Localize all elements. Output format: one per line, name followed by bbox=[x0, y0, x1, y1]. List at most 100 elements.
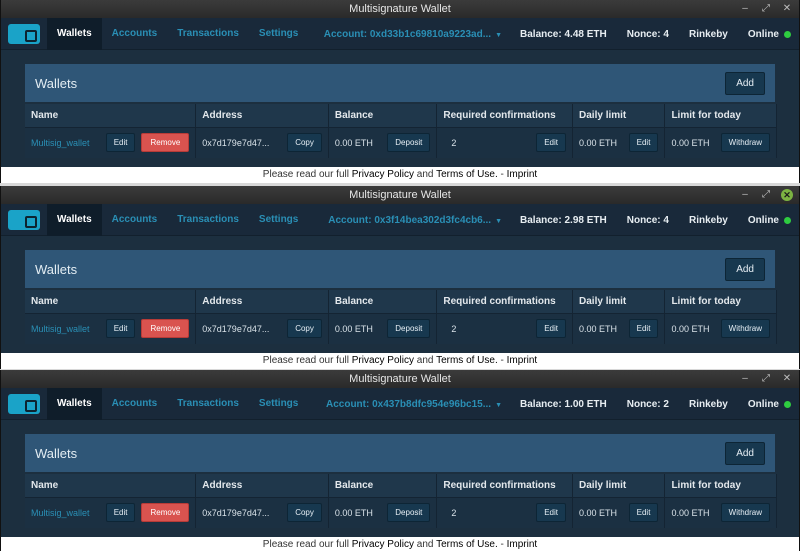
nav-status-area: Account: 0xd33b1c69810a9223ad... ▼ Balanc… bbox=[324, 18, 791, 50]
minimize-icon[interactable]: – bbox=[739, 374, 751, 384]
required-cell: 2 Edit bbox=[436, 312, 574, 344]
account-label: Account: 0xd33b1c69810a9223ad... bbox=[323, 28, 492, 40]
nav-settings[interactable]: Settings bbox=[249, 388, 308, 420]
edit-required-button[interactable]: Edit bbox=[536, 503, 567, 523]
daily-limit-value: 0.00 ETH bbox=[579, 137, 618, 148]
wallets-table: Name Address Balance Required confirmati… bbox=[25, 104, 781, 158]
title-bar: Multisignature Wallet – ⤢ ✕ bbox=[1, 370, 799, 388]
edit-required-button[interactable]: Edit bbox=[536, 133, 567, 153]
account-dropdown[interactable]: Account: 0x437b8dfc954e96bc15... ▼ bbox=[326, 399, 502, 410]
account-dropdown[interactable]: Account: 0xd33b1c69810a9223ad... ▼ bbox=[324, 29, 502, 40]
withdraw-button[interactable]: Withdraw bbox=[720, 503, 770, 523]
window-title: Multisignature Wallet bbox=[349, 373, 451, 385]
withdraw-button[interactable]: Withdraw bbox=[720, 133, 770, 153]
copy-button[interactable]: Copy bbox=[287, 133, 322, 153]
nav-settings[interactable]: Settings bbox=[249, 204, 308, 236]
add-wallet-button[interactable]: Add bbox=[725, 71, 765, 95]
nav-transactions[interactable]: Transactions bbox=[167, 204, 249, 236]
nav-wallets[interactable]: Wallets bbox=[47, 203, 102, 236]
footer-and: and bbox=[414, 169, 437, 180]
col-limit-today-header: Limit for today bbox=[664, 474, 777, 497]
imprint-link[interactable]: Imprint bbox=[507, 539, 538, 550]
limit-today-value: 0.00 ETH bbox=[671, 507, 710, 518]
window-controls: – ⤢ ✕ bbox=[739, 186, 793, 204]
col-name-header: Name bbox=[25, 290, 197, 313]
online-dot-icon bbox=[784, 216, 791, 224]
terms-of-use-link[interactable]: Terms of Use. bbox=[436, 539, 498, 550]
minimize-icon[interactable]: – bbox=[739, 190, 751, 200]
connection-status: Online bbox=[748, 215, 791, 226]
daily-limit-cell: 0.00 ETH Edit bbox=[572, 126, 666, 158]
col-address-header: Address bbox=[195, 104, 329, 127]
nav-accounts[interactable]: Accounts bbox=[102, 388, 168, 420]
deposit-button[interactable]: Deposit bbox=[387, 319, 431, 339]
nav-accounts[interactable]: Accounts bbox=[102, 18, 168, 50]
remove-button[interactable]: Remove bbox=[141, 503, 190, 523]
minimize-icon[interactable]: – bbox=[739, 4, 751, 14]
edit-required-button[interactable]: Edit bbox=[536, 319, 567, 339]
nav-transactions[interactable]: Transactions bbox=[167, 388, 249, 420]
col-required-header: Required confirmations bbox=[436, 104, 574, 127]
terms-of-use-link[interactable]: Terms of Use. bbox=[436, 169, 498, 180]
privacy-policy-link[interactable]: Privacy Policy bbox=[352, 539, 414, 550]
address-cell: 0x7d179e7d47... Copy bbox=[195, 496, 329, 528]
edit-limit-button[interactable]: Edit bbox=[628, 319, 659, 339]
maximize-icon[interactable]: ⤢ bbox=[760, 190, 772, 200]
wallets-panel: Wallets Add bbox=[25, 434, 775, 472]
address-cell: 0x7d179e7d47... Copy bbox=[195, 312, 329, 344]
deposit-button[interactable]: Deposit bbox=[387, 133, 431, 153]
nav-transactions[interactable]: Transactions bbox=[167, 18, 249, 50]
footer-prefix: Please read our full bbox=[262, 169, 352, 180]
wallet-address: 0x7d179e7d47... bbox=[202, 137, 270, 148]
nav-wallets[interactable]: Wallets bbox=[47, 387, 102, 420]
window-title: Multisignature Wallet bbox=[349, 189, 451, 201]
privacy-policy-link[interactable]: Privacy Policy bbox=[352, 355, 414, 366]
copy-button[interactable]: Copy bbox=[287, 503, 322, 523]
close-icon[interactable]: ✕ bbox=[781, 189, 793, 201]
edit-name-button[interactable]: Edit bbox=[105, 319, 136, 339]
daily-limit-value: 0.00 ETH bbox=[579, 323, 618, 334]
col-balance-header: Balance bbox=[328, 104, 438, 127]
edit-name-button[interactable]: Edit bbox=[105, 503, 136, 523]
privacy-policy-link[interactable]: Privacy Policy bbox=[352, 169, 414, 180]
wallet-logo-icon bbox=[1, 204, 47, 236]
wallet-name-link[interactable]: Multisig_wallet bbox=[31, 138, 90, 148]
wallet-name-link[interactable]: Multisig_wallet bbox=[31, 508, 90, 518]
add-wallet-button[interactable]: Add bbox=[725, 441, 765, 465]
terms-of-use-link[interactable]: Terms of Use. bbox=[436, 355, 498, 366]
edit-limit-button[interactable]: Edit bbox=[628, 133, 659, 153]
close-icon[interactable]: ✕ bbox=[781, 4, 793, 14]
network-display: Rinkeby bbox=[688, 398, 728, 410]
edit-limit-button[interactable]: Edit bbox=[628, 503, 659, 523]
edit-name-button[interactable]: Edit bbox=[105, 133, 136, 153]
nav-accounts[interactable]: Accounts bbox=[102, 204, 168, 236]
footer-dash: - bbox=[497, 169, 507, 180]
withdraw-button[interactable]: Withdraw bbox=[720, 319, 770, 339]
nav-settings[interactable]: Settings bbox=[249, 18, 308, 50]
remove-button[interactable]: Remove bbox=[141, 133, 190, 153]
imprint-link[interactable]: Imprint bbox=[507, 355, 538, 366]
online-dot-icon bbox=[784, 400, 791, 408]
col-limit-today-header: Limit for today bbox=[664, 104, 777, 127]
nav-wallets[interactable]: Wallets bbox=[47, 17, 102, 50]
title-bar: Multisignature Wallet – ⤢ ✕ bbox=[1, 0, 799, 18]
imprint-link[interactable]: Imprint bbox=[507, 169, 538, 180]
col-name-header: Name bbox=[25, 104, 197, 127]
panel-title: Wallets bbox=[35, 261, 78, 277]
account-dropdown[interactable]: Account: 0x3f14bea302d3fc4cb6... ▼ bbox=[328, 215, 502, 226]
maximize-icon[interactable]: ⤢ bbox=[760, 4, 772, 14]
caret-down-icon: ▼ bbox=[495, 401, 503, 409]
close-icon[interactable]: ✕ bbox=[781, 374, 793, 384]
screenshot-stack: Multisignature Wallet – ⤢ ✕ Wallets Acco… bbox=[0, 0, 800, 551]
deposit-button[interactable]: Deposit bbox=[387, 503, 431, 523]
balance-display: Balance: 2.98 ETH bbox=[520, 214, 607, 226]
col-daily-limit-header: Daily limit bbox=[572, 104, 666, 127]
wallet-name-link[interactable]: Multisig_wallet bbox=[31, 324, 90, 334]
top-navbar: Wallets Accounts Transactions Settings A… bbox=[1, 17, 799, 50]
col-name-header: Name bbox=[25, 474, 197, 497]
add-wallet-button[interactable]: Add bbox=[725, 257, 765, 281]
maximize-icon[interactable]: ⤢ bbox=[760, 374, 772, 384]
footer-dash: - bbox=[497, 355, 507, 366]
copy-button[interactable]: Copy bbox=[287, 319, 322, 339]
remove-button[interactable]: Remove bbox=[141, 319, 190, 339]
